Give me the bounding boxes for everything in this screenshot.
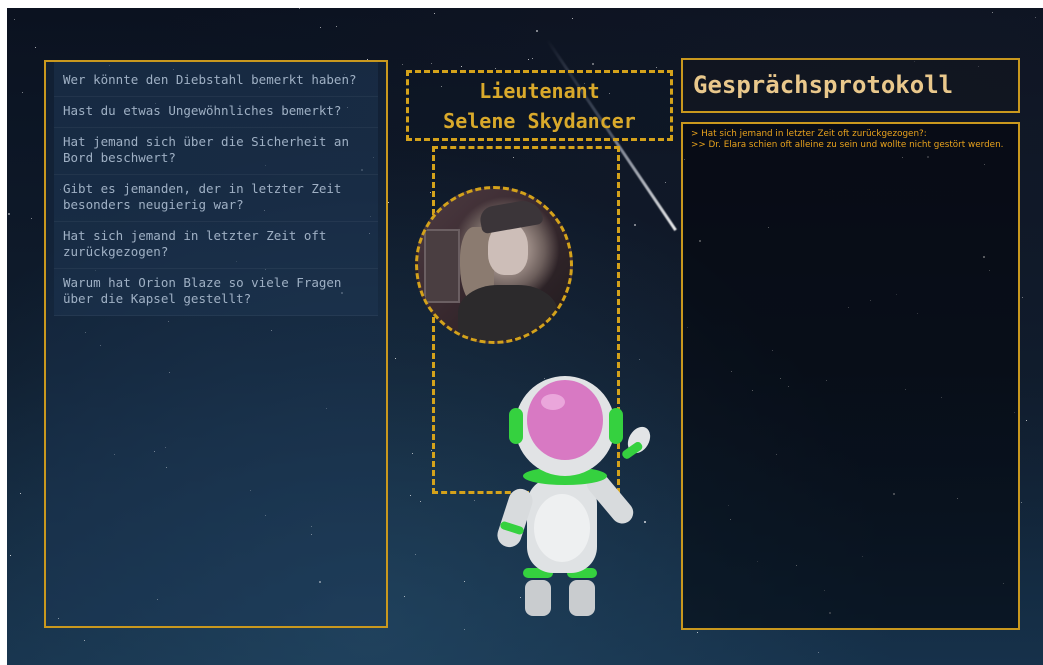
- star: [634, 224, 636, 226]
- space-scene: Wer könnte den Diebstahl bemerkt haben? …: [7, 8, 1043, 665]
- star: [20, 493, 21, 494]
- star: [992, 12, 993, 13]
- star: [592, 63, 594, 65]
- question-item[interactable]: Hat jemand sich über die Sicherheit an B…: [54, 128, 378, 175]
- star: [434, 13, 435, 14]
- star: [336, 26, 337, 27]
- character-portrait: [415, 186, 573, 344]
- question-item[interactable]: Hast du etwas Ungewöhnliches bemerkt?: [54, 97, 378, 128]
- question-item[interactable]: Wer könnte den Diebstahl bemerkt haben?: [54, 62, 378, 97]
- star: [1035, 17, 1036, 18]
- star: [1026, 420, 1027, 421]
- star: [10, 555, 11, 556]
- star: [528, 59, 529, 60]
- star: [536, 30, 538, 32]
- star: [35, 47, 36, 48]
- star: [697, 632, 698, 633]
- character-name-box: Lieutenant Selene Skydancer: [406, 70, 673, 141]
- star: [639, 359, 640, 360]
- log-title: Gesprächsprotokoll: [681, 58, 1020, 113]
- star: [415, 554, 416, 555]
- star: [404, 596, 405, 597]
- star: [464, 581, 465, 582]
- star: [410, 495, 411, 496]
- star: [388, 202, 389, 203]
- star: [461, 66, 462, 67]
- star: [656, 67, 657, 68]
- log-entry: > Hat sich jemand in letzter Zeit oft zu…: [691, 129, 927, 139]
- star: [402, 64, 403, 65]
- star: [31, 218, 32, 219]
- star: [431, 63, 432, 64]
- star: [1022, 297, 1023, 298]
- star: [299, 8, 300, 9]
- question-item[interactable]: Warum hat Orion Blaze so viele Fragen üb…: [54, 269, 378, 316]
- star: [320, 27, 321, 28]
- star: [84, 640, 85, 641]
- star: [8, 213, 10, 215]
- star: [22, 92, 23, 93]
- question-item[interactable]: Hat sich jemand in letzter Zeit oft zurü…: [54, 222, 378, 269]
- log-panel: > Hat sich jemand in letzter Zeit oft zu…: [681, 122, 1020, 630]
- astronaut-avatar: [497, 376, 651, 616]
- log-entry: >> Dr. Elara schien oft alleine zu sein …: [691, 139, 1004, 150]
- star: [14, 19, 15, 20]
- star: [818, 652, 819, 653]
- star: [412, 453, 413, 454]
- star: [572, 18, 573, 19]
- star: [430, 192, 431, 193]
- star: [464, 629, 465, 630]
- star: [495, 68, 496, 69]
- star: [532, 58, 533, 59]
- character-rank: Lieutenant: [479, 79, 600, 103]
- character-name: Selene Skydancer: [443, 109, 636, 133]
- star: [420, 501, 421, 502]
- star: [1021, 502, 1022, 503]
- star: [474, 500, 475, 501]
- question-panel: Wer könnte den Diebstahl bemerkt haben? …: [44, 60, 388, 628]
- question-item[interactable]: Gibt es jemanden, der in letzter Zeit be…: [54, 175, 378, 222]
- star: [395, 358, 396, 359]
- star: [665, 182, 666, 183]
